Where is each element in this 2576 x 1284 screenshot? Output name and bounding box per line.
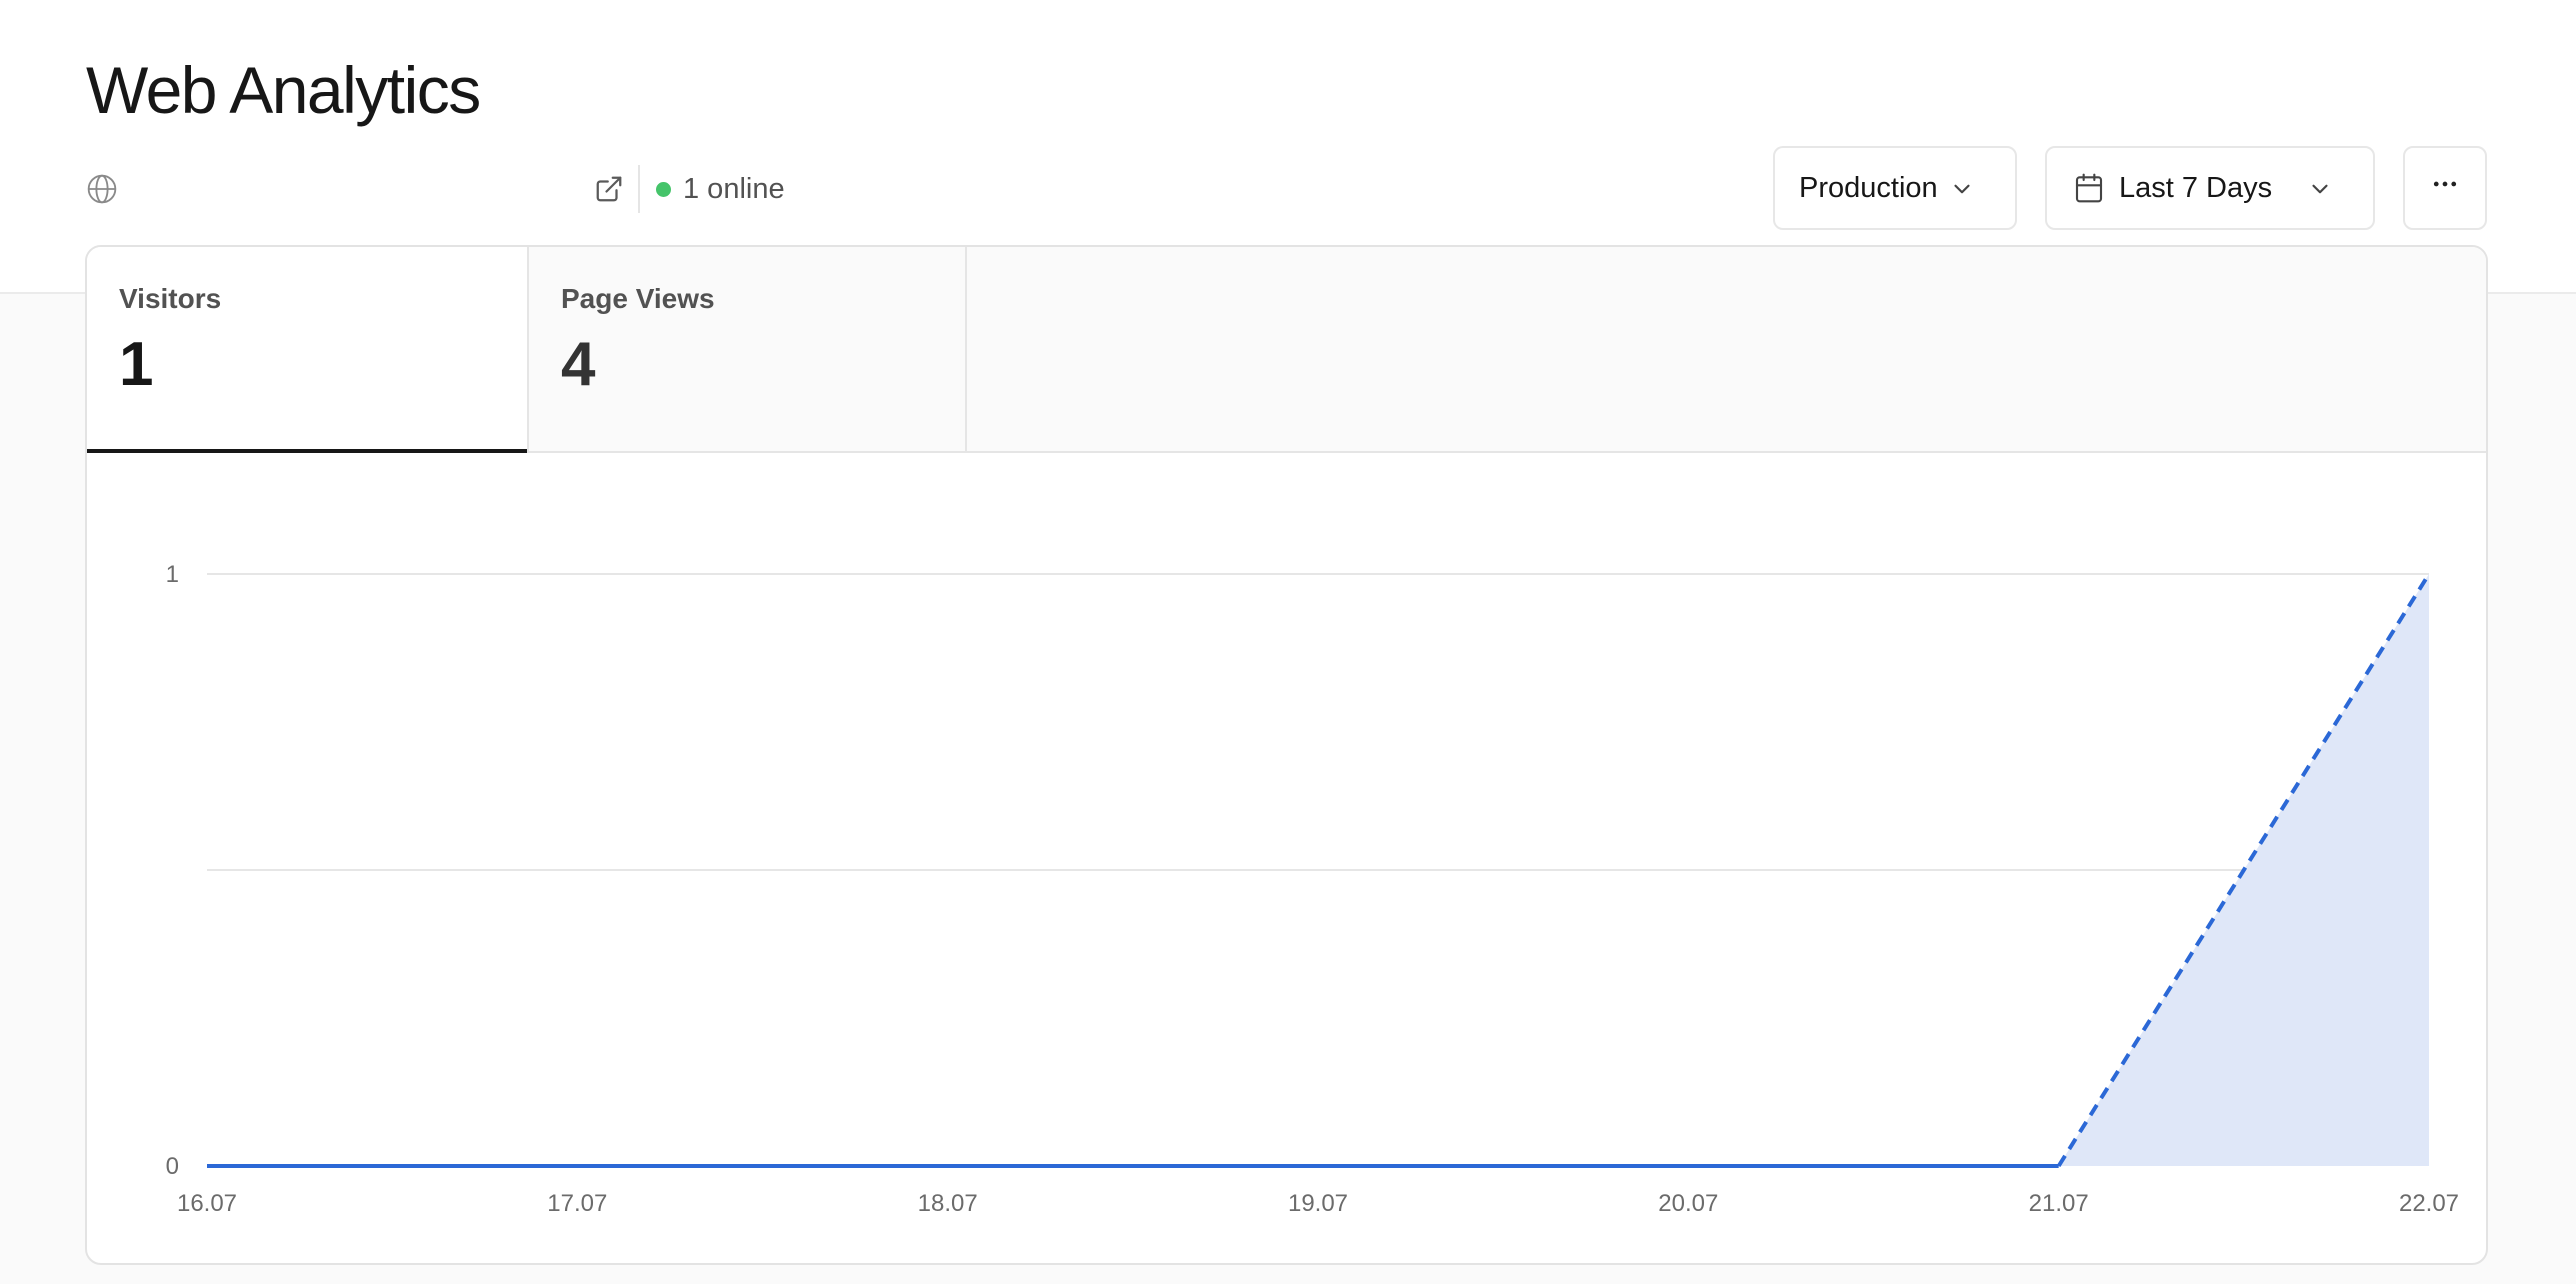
more-options-button[interactable] [2403,146,2487,230]
metric-tabs: Visitors 1 Page Views 4 [87,247,2486,453]
tab-page-views-value: 4 [561,330,596,399]
site-info-bar: 1 online [86,165,785,213]
tab-visitors[interactable]: Visitors 1 [87,247,527,453]
analytics-card: Visitors 1 Page Views 4 0 1 16.07 17.07 18.0… [85,245,2488,1265]
more-icon [2430,169,2460,207]
external-link-icon[interactable] [594,174,624,204]
date-range-label: Last 7 Days [2119,171,2273,204]
environment-select[interactable]: Production [1773,146,2017,230]
toolbar-divider [638,165,640,213]
x-tick-label: 20.07 [1658,1190,1718,1217]
x-tick-label: 16.07 [177,1190,237,1217]
y-tick-label: 0 [166,1153,179,1180]
page-title: Web Analytics [86,53,481,127]
chevron-down-icon [2307,176,2333,210]
chart-svg: 0 1 16.07 17.07 18.07 19.07 20.07 21.07 22.07 [166,561,2459,1217]
environment-select-label: Production [1799,171,1938,204]
x-tick-label: 18.07 [918,1190,978,1217]
x-tick-label: 21.07 [2029,1190,2089,1217]
x-tick-label: 19.07 [1288,1190,1348,1217]
x-tick-label: 22.07 [2399,1190,2459,1217]
tab-visitors-label: Visitors [119,283,222,314]
globe-icon [86,173,118,205]
visitors-chart: 0 1 16.07 17.07 18.07 19.07 20.07 21.07 22.07 [87,453,2486,1263]
tab-page-views[interactable]: Page Views 4 [527,247,967,451]
x-tick-label: 17.07 [547,1190,607,1217]
date-range-select[interactable]: Last 7 Days [2045,146,2375,230]
online-count: 1 online [683,172,785,205]
y-tick-label: 1 [166,561,179,588]
tab-visitors-value: 1 [119,330,154,399]
chevron-down-icon [1949,176,1975,210]
tabs-filler [967,247,2486,451]
online-status-dot [656,181,671,197]
calendar-icon [2073,172,2105,204]
tab-page-views-label: Page Views [561,283,715,314]
